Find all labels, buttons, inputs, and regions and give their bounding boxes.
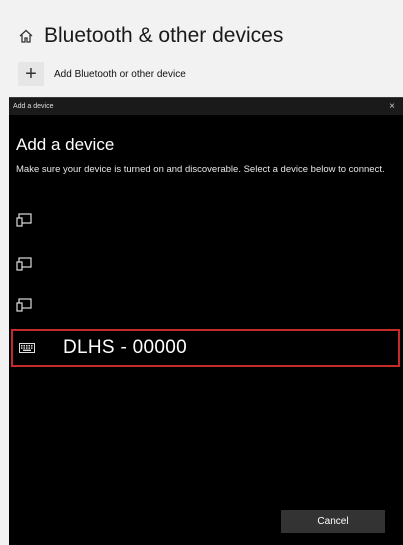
device-list-item-selected[interactable]: DLHS - 00000 xyxy=(11,329,400,367)
keyboard-icon xyxy=(19,343,35,353)
display-device-icon xyxy=(16,298,32,312)
device-name: DLHS - 00000 xyxy=(63,337,188,358)
cancel-button[interactable]: Cancel xyxy=(281,510,385,533)
plus-icon: + xyxy=(18,62,44,86)
dialog-description: Make sure your device is turned on and d… xyxy=(16,164,385,175)
home-icon[interactable] xyxy=(18,28,34,44)
add-device-button[interactable]: + Add Bluetooth or other device xyxy=(18,62,186,86)
page-title: Bluetooth & other devices xyxy=(44,24,284,47)
display-device-icon xyxy=(16,257,32,271)
device-list-item-1[interactable] xyxy=(16,211,46,229)
add-device-dialog: Add a device × Add a device Make sure yo… xyxy=(9,97,403,545)
device-list-item-3[interactable] xyxy=(16,296,46,314)
dialog-titlebar-title: Add a device xyxy=(13,103,54,110)
display-device-icon xyxy=(16,213,32,227)
settings-header: Bluetooth & other devices xyxy=(18,24,283,48)
dialog-heading: Add a device xyxy=(16,135,115,154)
device-list-item-2[interactable] xyxy=(16,255,46,273)
dialog-titlebar: Add a device × xyxy=(9,98,403,115)
add-device-label: Add Bluetooth or other device xyxy=(54,68,186,80)
close-icon[interactable]: × xyxy=(389,101,395,112)
